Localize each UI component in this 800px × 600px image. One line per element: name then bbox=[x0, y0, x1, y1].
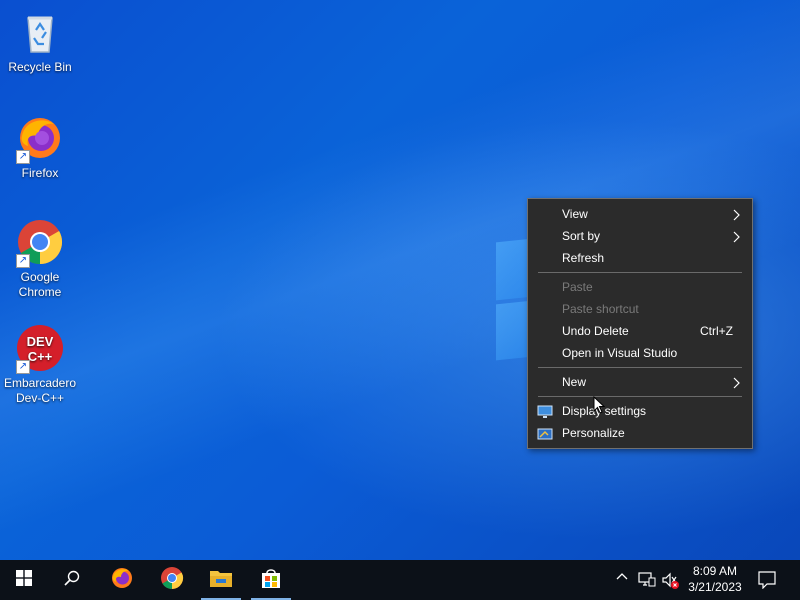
menu-item-label: Refresh bbox=[562, 251, 605, 265]
firefox-icon bbox=[110, 566, 134, 595]
submenu-arrow-icon bbox=[733, 203, 741, 225]
start-button[interactable] bbox=[0, 560, 48, 600]
menu-item-label: New bbox=[562, 375, 587, 389]
notification-center-icon[interactable] bbox=[758, 571, 776, 592]
menu-separator bbox=[538, 272, 742, 273]
display-icon bbox=[537, 404, 553, 418]
menu-item-label: Personalize bbox=[562, 426, 625, 440]
network-icon[interactable] bbox=[638, 572, 656, 591]
menu-item-paste-shortcut: Paste shortcut bbox=[528, 298, 752, 320]
tray-show-hidden-icons[interactable] bbox=[616, 570, 628, 587]
shortcut-arrow-icon: ↗ bbox=[16, 254, 30, 268]
devcpp-icon: DEV C++ ↗ bbox=[16, 324, 64, 374]
chrome-icon bbox=[160, 566, 184, 595]
search-icon bbox=[64, 570, 80, 591]
menu-item-new[interactable]: New bbox=[528, 371, 752, 393]
taskbar-file-explorer[interactable] bbox=[197, 560, 245, 600]
firefox-icon: ↗ bbox=[16, 114, 64, 164]
submenu-arrow-icon bbox=[733, 225, 741, 247]
menu-separator bbox=[538, 367, 742, 368]
menu-item-shortcut: Ctrl+Z bbox=[700, 324, 733, 338]
desktop-icon-label: Google Chrome bbox=[18, 270, 62, 299]
menu-item-open-in-visual-studio[interactable]: Open in Visual Studio bbox=[528, 342, 752, 364]
windows-icon bbox=[16, 569, 32, 591]
menu-item-paste: Paste bbox=[528, 276, 752, 298]
menu-item-label: Paste shortcut bbox=[562, 302, 639, 316]
shortcut-arrow-icon: ↗ bbox=[16, 150, 30, 164]
recycle-bin-icon bbox=[16, 8, 64, 56]
svg-text:C++: C++ bbox=[28, 349, 53, 364]
menu-item-refresh[interactable]: Refresh bbox=[528, 247, 752, 269]
mouse-cursor-icon bbox=[593, 395, 606, 419]
volume-muted-icon[interactable] bbox=[661, 572, 681, 593]
desktop-icon-label: Recycle Bin bbox=[8, 60, 72, 74]
desktop-context-menu: View Sort by Refresh Paste Paste shortcu… bbox=[527, 198, 753, 449]
desktop-icon-firefox[interactable]: ↗ Firefox bbox=[2, 114, 78, 181]
desktop-icon-label: Embarcadero Dev-C++ bbox=[3, 376, 77, 405]
personalize-icon bbox=[537, 426, 553, 440]
menu-item-label: Paste bbox=[562, 280, 593, 294]
desktop-icon-devcpp[interactable]: DEV C++ ↗ Embarcadero Dev-C++ bbox=[2, 324, 78, 406]
clock-time: 8:09 AM bbox=[692, 564, 738, 578]
submenu-arrow-icon bbox=[733, 371, 741, 393]
menu-item-personalize[interactable]: Personalize bbox=[528, 422, 752, 444]
menu-separator bbox=[538, 396, 742, 397]
taskbar-chrome[interactable] bbox=[148, 560, 196, 600]
svg-text:DEV: DEV bbox=[27, 334, 54, 349]
menu-item-view[interactable]: View bbox=[528, 203, 752, 225]
store-icon bbox=[260, 567, 282, 594]
menu-item-label: Undo Delete bbox=[562, 324, 629, 338]
desktop-icon-recycle-bin[interactable]: Recycle Bin bbox=[2, 8, 78, 75]
menu-item-sort-by[interactable]: Sort by bbox=[528, 225, 752, 247]
taskbar: 8:09 AM 3/21/2023 bbox=[0, 560, 800, 600]
taskbar-firefox[interactable] bbox=[98, 560, 146, 600]
menu-item-label: Open in Visual Studio bbox=[562, 346, 678, 360]
desktop-icon-chrome[interactable]: ↗ Google Chrome bbox=[2, 218, 78, 300]
chrome-icon: ↗ bbox=[16, 218, 64, 268]
menu-item-undo-delete[interactable]: Undo Delete Ctrl+Z bbox=[528, 320, 752, 342]
taskbar-search-button[interactable] bbox=[48, 560, 96, 600]
clock-date: 3/21/2023 bbox=[688, 580, 742, 594]
menu-item-display-settings[interactable]: Display settings bbox=[528, 400, 752, 422]
menu-item-label: Sort by bbox=[562, 229, 601, 243]
shortcut-arrow-icon: ↗ bbox=[16, 360, 30, 374]
taskbar-clock[interactable]: 8:09 AM 3/21/2023 bbox=[682, 563, 748, 595]
menu-item-label: View bbox=[562, 207, 588, 221]
desktop-icon-label: Firefox bbox=[21, 166, 59, 180]
taskbar-microsoft-store[interactable] bbox=[247, 560, 295, 600]
folder-icon bbox=[209, 567, 233, 594]
